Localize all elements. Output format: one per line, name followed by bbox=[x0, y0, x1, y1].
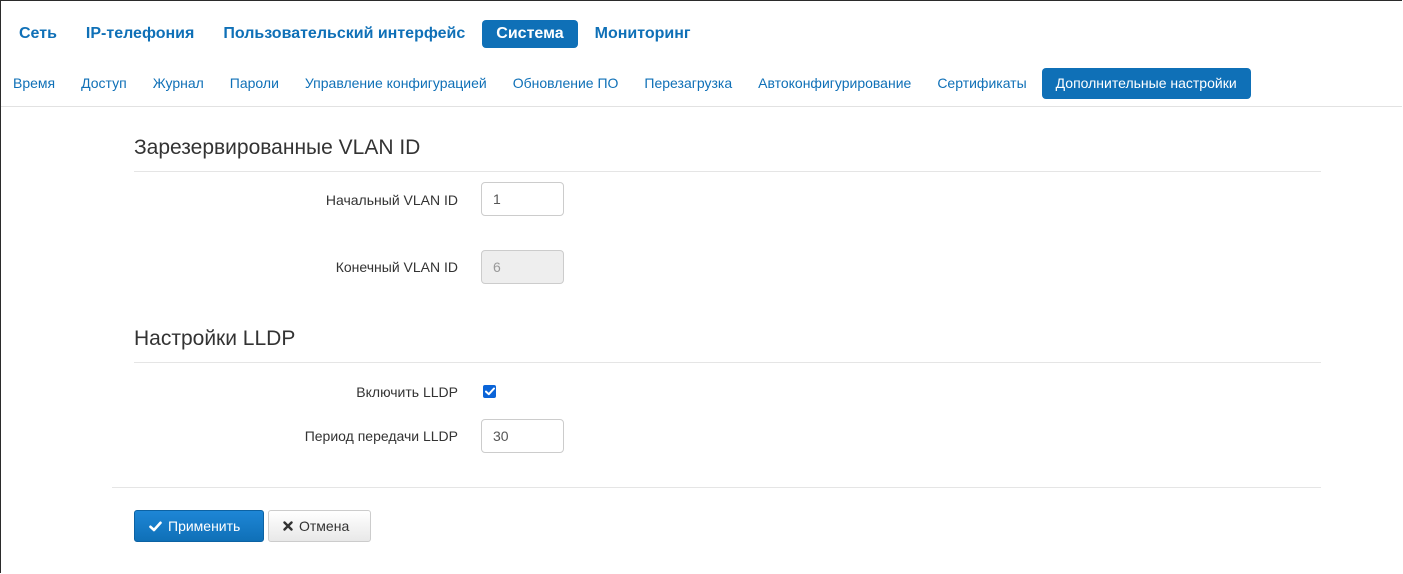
footer-divider bbox=[112, 487, 1321, 488]
lldp-period-label: Период передачи LLDP bbox=[304, 428, 458, 444]
start-vlan-input[interactable] bbox=[481, 182, 564, 216]
end-vlan-input bbox=[481, 250, 564, 284]
lldp-section-title: Настройки LLDP bbox=[134, 327, 296, 350]
main-tabs: Сеть IP-телефония Пользовательский интер… bbox=[7, 20, 703, 48]
enable-lldp-label: Включить LLDP bbox=[356, 384, 458, 400]
tab-monitoring[interactable]: Мониторинг bbox=[583, 20, 703, 48]
nav-divider bbox=[1, 106, 1402, 107]
apply-button[interactable]: Применить bbox=[134, 510, 264, 542]
end-vlan-label: Конечный VLAN ID bbox=[335, 259, 458, 275]
subtab-certificates[interactable]: Сертификаты bbox=[924, 68, 1039, 99]
cancel-button[interactable]: Отмена bbox=[268, 510, 371, 542]
tab-network[interactable]: Сеть bbox=[7, 20, 69, 48]
subtab-log[interactable]: Журнал bbox=[140, 68, 217, 99]
tab-ip-telephony[interactable]: IP-телефония bbox=[74, 20, 206, 48]
subtab-config-management[interactable]: Управление конфигурацией bbox=[292, 68, 500, 99]
tab-system[interactable]: Система bbox=[482, 20, 578, 48]
start-vlan-label: Начальный VLAN ID bbox=[325, 192, 458, 208]
vlan-section-divider bbox=[134, 171, 1321, 172]
subtab-firmware-update[interactable]: Обновление ПО bbox=[500, 68, 632, 99]
tab-user-interface[interactable]: Пользовательский интерфейс bbox=[211, 20, 477, 48]
subtab-additional-settings[interactable]: Дополнительные настройки bbox=[1041, 68, 1251, 99]
subtab-passwords[interactable]: Пароли bbox=[217, 68, 292, 99]
subtab-time[interactable]: Время bbox=[7, 68, 68, 99]
vlan-section-title: Зарезервированные VLAN ID bbox=[134, 136, 421, 159]
check-icon bbox=[484, 387, 495, 396]
lldp-period-input[interactable] bbox=[481, 419, 564, 453]
cancel-button-label: Отмена bbox=[299, 518, 350, 534]
enable-lldp-checkbox[interactable] bbox=[483, 385, 496, 398]
subtab-access[interactable]: Доступ bbox=[68, 68, 140, 99]
subtab-autoconfig[interactable]: Автоконфигурирование bbox=[745, 68, 924, 99]
check-icon bbox=[149, 521, 162, 531]
x-icon bbox=[283, 521, 293, 531]
apply-button-label: Применить bbox=[168, 518, 241, 534]
subtab-reboot[interactable]: Перезагрузка bbox=[631, 68, 745, 99]
lldp-section-divider bbox=[134, 362, 1321, 363]
sub-tabs: Время Доступ Журнал Пароли Управление ко… bbox=[7, 68, 1251, 99]
